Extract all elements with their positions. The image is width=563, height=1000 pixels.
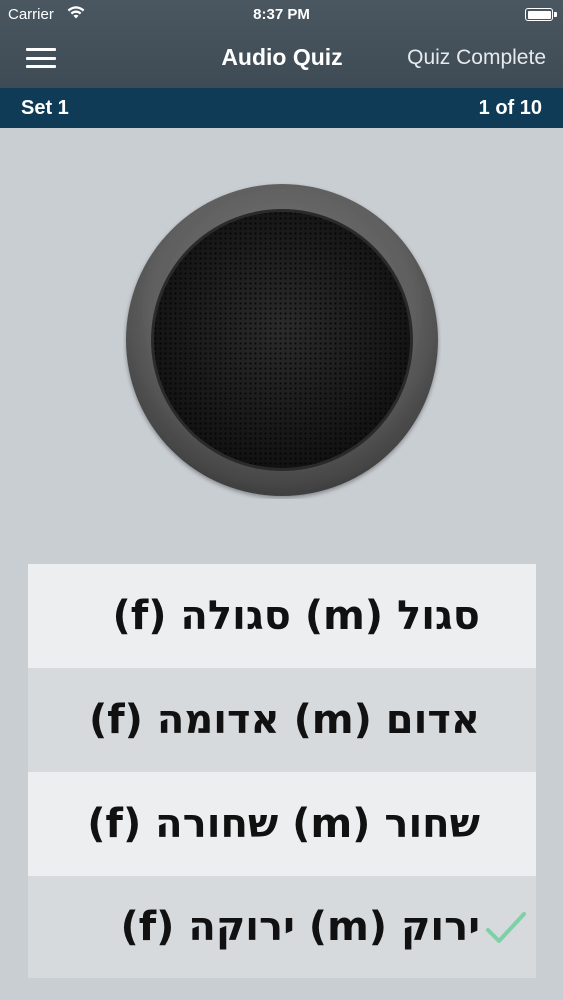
answer-text: ירוק (m) ירוקה (f) xyxy=(120,904,480,950)
answer-option-3[interactable]: שחור (m) שחורה (f) xyxy=(28,772,536,876)
progress-label: 1 of 10 xyxy=(478,97,542,119)
answer-list: סגול (m) סגולה (f) אדום (m) אדומה (f) שח… xyxy=(28,564,536,978)
speaker-icon[interactable] xyxy=(123,181,441,499)
hamburger-menu-icon[interactable] xyxy=(26,46,56,70)
answer-text: אדום (m) אדומה (f) xyxy=(88,697,480,743)
answer-text: שחור (m) שחורה (f) xyxy=(87,801,480,847)
status-bar: Carrier 8:37 PM xyxy=(0,0,563,30)
answer-option-1[interactable]: סגול (m) סגולה (f) xyxy=(28,564,536,668)
answer-option-4[interactable]: ירוק (m) ירוקה (f) xyxy=(28,876,536,978)
battery-icon xyxy=(525,8,557,21)
status-time: 8:37 PM xyxy=(253,6,310,23)
set-bar: Set 1 1 of 10 xyxy=(0,88,563,128)
nav-bar: Audio Quiz Quiz Complete xyxy=(0,30,563,88)
quiz-complete-button[interactable]: Quiz Complete xyxy=(407,46,546,70)
top-bar: Carrier 8:37 PM Audio Quiz Quiz Complete xyxy=(0,0,563,88)
answer-option-2[interactable]: אדום (m) אדומה (f) xyxy=(28,668,536,772)
page-title: Audio Quiz xyxy=(221,44,343,70)
check-icon xyxy=(486,912,526,943)
answer-text: סגול (m) סגולה (f) xyxy=(112,593,480,639)
set-label: Set 1 xyxy=(21,97,69,119)
